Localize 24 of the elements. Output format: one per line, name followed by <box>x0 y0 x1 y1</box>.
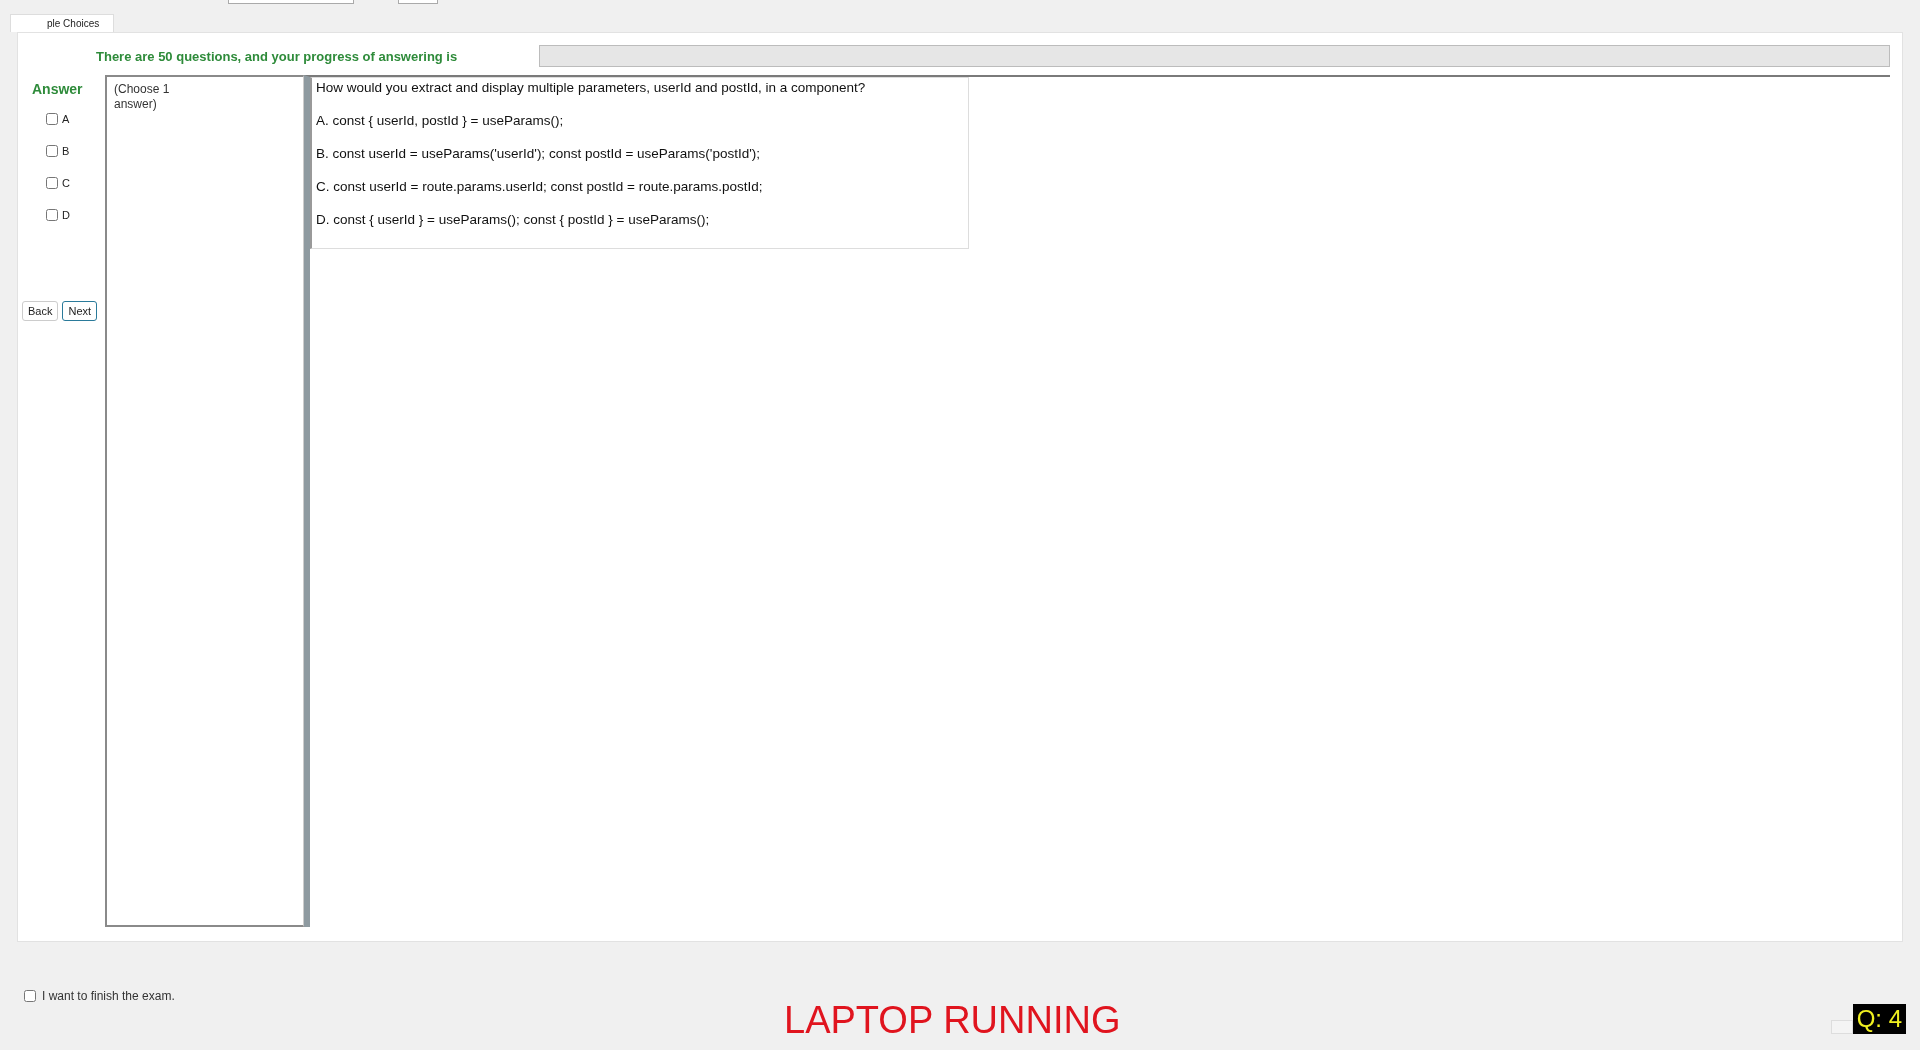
progress-label: There are 50 questions, and your progress of answering is <box>96 48 459 64</box>
counter-field <box>1830 1020 1853 1034</box>
option-label: D <box>62 209 70 221</box>
choice-text: B. const userId = useParams('userId'); const postId = useParams('postId'); <box>316 146 761 162</box>
option-label: B <box>62 145 70 157</box>
tab[interactable]: ple Choices <box>10 14 115 32</box>
answer-checkbox[interactable] <box>46 209 58 221</box>
hint-text: (Choose 1 answer) <box>113 81 171 113</box>
question-counter: Q: 4 <box>1852 1004 1906 1034</box>
answer-checkbox[interactable] <box>46 113 58 125</box>
back-button[interactable]: Back <box>22 301 59 321</box>
status-text: LAPTOP RUNNING <box>784 998 1122 1042</box>
finish-checkbox[interactable] <box>24 990 36 1002</box>
finish-label: I want to finish the exam. <box>42 989 175 1003</box>
choice-text: D. const { userId } = useParams(); const { postId } = useParams(); <box>316 212 711 228</box>
answer-checkbox[interactable] <box>46 177 58 189</box>
option-label: C <box>62 177 70 189</box>
question-text: How would you extract and display multiple parameters, userId and postId, in a component? <box>316 80 867 96</box>
choice-text: A. const { userId, postId } = useParams(); <box>316 113 565 129</box>
answer-heading: Answer <box>32 81 83 97</box>
choice-text: C. const userId = route.params.userId; const postId = route.params.postId; <box>316 179 764 195</box>
answer-checkbox[interactable] <box>46 145 58 157</box>
option-label: A <box>62 113 70 125</box>
next-button[interactable]: Next <box>62 301 98 321</box>
